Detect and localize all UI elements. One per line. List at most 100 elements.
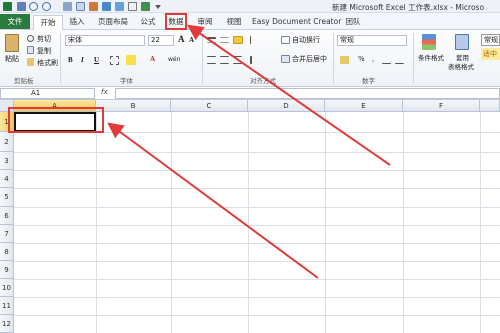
merge-center-icon <box>281 55 290 63</box>
function-icon[interactable] <box>128 2 137 11</box>
tab-easy-document-creator[interactable]: Easy Document Creator <box>252 15 341 29</box>
tab-review[interactable]: 审阅 <box>195 15 215 29</box>
row-header-7[interactable]: 7 <box>0 225 14 243</box>
row-header-2[interactable]: 2 <box>0 132 14 152</box>
tab-formulas[interactable]: 公式 <box>138 15 158 29</box>
font-color-button[interactable]: A <box>150 55 155 63</box>
worksheet-grid[interactable]: A B C D E F 1 2 3 4 5 6 7 8 9 10 11 12 <box>0 100 500 333</box>
column-header-e[interactable]: E <box>325 100 403 112</box>
row-gridline <box>14 315 500 316</box>
bold-button[interactable]: B <box>68 56 73 64</box>
row-header-8[interactable]: 8 <box>0 243 14 261</box>
undo-icon[interactable] <box>29 2 38 11</box>
format-painter-button[interactable]: 格式刷 <box>37 58 58 68</box>
percent-button[interactable]: % <box>358 55 365 63</box>
tab-insert[interactable]: 插入 <box>66 15 88 29</box>
align-bottom-icon[interactable] <box>233 36 243 44</box>
format-painter-icon <box>27 58 34 66</box>
sort-icon[interactable] <box>115 2 124 11</box>
image-icon[interactable] <box>141 2 150 11</box>
insert-function-button[interactable]: fx <box>101 88 108 96</box>
merge-center-button[interactable]: 合并后居中 <box>292 54 327 64</box>
row-header-6[interactable]: 6 <box>0 207 14 225</box>
italic-button[interactable]: I <box>81 56 84 64</box>
clipboard-group-label: 剪贴板 <box>14 77 34 85</box>
row-gridline <box>14 225 500 226</box>
align-top-icon[interactable] <box>207 37 216 43</box>
column-gridline <box>325 112 326 333</box>
align-middle-icon[interactable] <box>220 37 229 43</box>
row-header-4[interactable]: 4 <box>0 170 14 188</box>
align-left-icon[interactable] <box>207 56 216 64</box>
redo-icon[interactable] <box>42 2 51 11</box>
column-header-b[interactable]: B <box>96 100 171 112</box>
row-gridline <box>14 207 500 208</box>
column-header-f[interactable]: F <box>403 100 480 112</box>
row-gridline <box>14 297 500 298</box>
align-right-icon[interactable] <box>233 56 242 64</box>
column-header-next[interactable] <box>480 100 500 112</box>
tab-page-layout[interactable]: 页面布局 <box>96 15 130 29</box>
row-gridline <box>14 261 500 262</box>
column-gridline <box>96 112 97 333</box>
row-header-12[interactable]: 12 <box>0 315 14 333</box>
tab-home[interactable]: 开始 <box>33 15 63 31</box>
grow-font-button[interactable]: A <box>178 34 185 44</box>
row-gridline <box>14 152 500 153</box>
style-normal[interactable]: 常规 <box>481 34 500 46</box>
tab-view[interactable]: 视图 <box>224 15 244 29</box>
column-header-d[interactable]: D <box>248 100 325 112</box>
formula-input[interactable] <box>115 88 500 99</box>
font-name-select[interactable]: 宋体 <box>65 35 145 46</box>
conditional-format-icon <box>422 34 436 50</box>
wrap-text-button[interactable]: 自动换行 <box>292 35 320 45</box>
ribbon-tabs: 文件 开始 插入 页面布局 公式 数据 审阅 视图 Easy Document … <box>0 13 500 31</box>
chart-icon[interactable] <box>89 2 98 11</box>
tab-file[interactable]: 文件 <box>0 14 30 29</box>
separator <box>413 33 414 83</box>
orientation-icon[interactable] <box>250 36 259 44</box>
print-preview-icon[interactable] <box>63 2 72 11</box>
column-gridline <box>248 112 249 333</box>
currency-icon[interactable] <box>340 56 349 64</box>
format-as-table-icon <box>455 34 469 50</box>
row-header-10[interactable]: 10 <box>0 279 14 297</box>
copy-button[interactable]: 复制 <box>37 46 51 56</box>
table-icon[interactable] <box>76 2 85 11</box>
font-size-select[interactable]: 22 <box>148 35 174 46</box>
save-icon[interactable] <box>17 2 26 11</box>
fill-color-icon[interactable] <box>126 55 136 65</box>
format-as-table-line2[interactable]: 表格格式 <box>448 61 474 71</box>
style-good[interactable]: 适中 <box>481 48 500 60</box>
name-box[interactable]: A1 <box>0 88 95 99</box>
annotation-cell-a1-box <box>8 107 104 133</box>
shrink-font-button[interactable]: A <box>189 36 194 44</box>
tab-team[interactable]: 团队 <box>343 15 363 29</box>
borders-icon[interactable] <box>110 56 119 65</box>
row-gridline <box>14 170 500 171</box>
filter-icon[interactable] <box>102 2 111 11</box>
separator <box>202 33 203 83</box>
paste-button[interactable]: 粘贴 <box>5 54 19 64</box>
row-gridline <box>14 243 500 244</box>
row-header-5[interactable]: 5 <box>0 188 14 207</box>
conditional-format-button[interactable]: 条件格式 <box>418 52 444 62</box>
column-header-c[interactable]: C <box>171 100 248 112</box>
paste-icon[interactable] <box>5 34 19 52</box>
indent-icon[interactable] <box>250 56 259 64</box>
comma-button[interactable]: , <box>372 55 374 63</box>
row-header-11[interactable]: 11 <box>0 297 14 315</box>
number-format-select[interactable]: 常规 <box>337 35 407 46</box>
underline-button[interactable]: U <box>94 56 99 64</box>
increase-decimal-icon[interactable] <box>382 56 391 64</box>
row-gridline <box>14 188 500 189</box>
align-center-icon[interactable] <box>220 56 229 64</box>
row-header-9[interactable]: 9 <box>0 261 14 279</box>
customize-dropdown-icon[interactable] <box>155 5 161 9</box>
decrease-decimal-icon[interactable] <box>395 56 404 64</box>
excel-logo-icon[interactable] <box>3 2 12 11</box>
cut-icon <box>27 35 34 42</box>
row-header-3[interactable]: 3 <box>0 152 14 170</box>
cut-button[interactable]: 剪切 <box>37 34 51 44</box>
phonetic-button[interactable]: wén <box>168 56 180 63</box>
